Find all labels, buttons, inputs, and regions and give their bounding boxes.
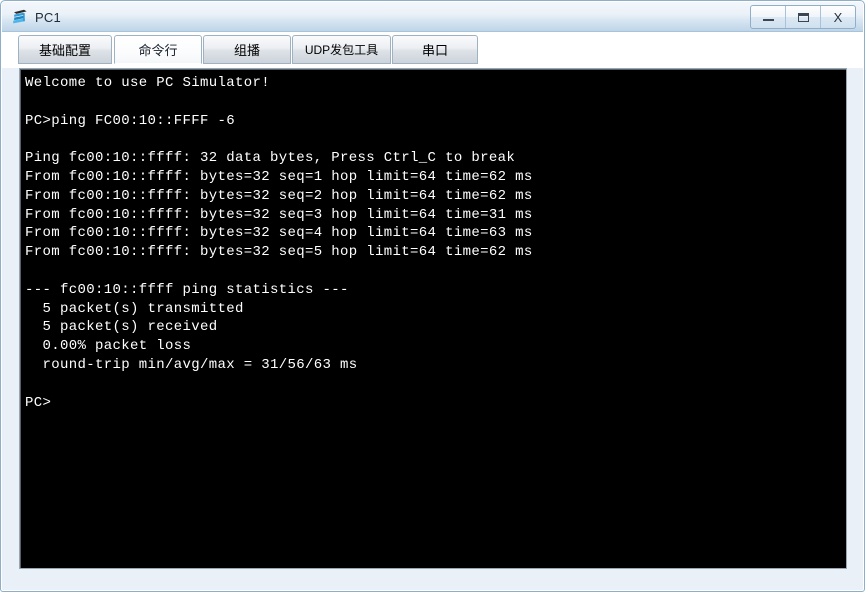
window-title-group: PC1 xyxy=(11,6,61,28)
tab-strip: 基础配置 命令行 组播 UDP发包工具 串口 xyxy=(2,32,863,68)
tab-4[interactable]: 串口 xyxy=(392,35,478,64)
minimize-icon xyxy=(762,19,774,21)
window-controls: X xyxy=(750,5,856,29)
command-line-terminal[interactable]: Welcome to use PC Simulator! PC>ping FC00… xyxy=(19,68,847,569)
window-titlebar[interactable]: PC1 X xyxy=(2,2,863,32)
terminal-line: From fc00:10::ffff: bytes=32 seq=1 hop l… xyxy=(25,168,533,185)
tab-2[interactable]: 组播 xyxy=(203,35,291,64)
terminal-line: 5 packet(s) received xyxy=(25,319,218,336)
tab-3[interactable]: UDP发包工具 xyxy=(292,35,391,64)
tab-1[interactable]: 命令行 xyxy=(114,35,202,64)
close-icon: X xyxy=(833,9,843,25)
tab-label: 基础配置 xyxy=(38,43,91,58)
terminal-line: From fc00:10::ffff: bytes=32 seq=5 hop l… xyxy=(25,244,533,261)
terminal-line: --- fc00:10::ffff ping statistics --- xyxy=(25,281,349,298)
terminal-output: Welcome to use PC Simulator! PC>ping FC00… xyxy=(25,74,844,412)
pc-device-icon xyxy=(11,8,29,26)
terminal-line: Welcome to use PC Simulator! xyxy=(25,75,271,91)
tab-label: UDP发包工具 xyxy=(304,43,379,57)
tab-0[interactable]: 基础配置 xyxy=(18,35,112,64)
maximize-button[interactable] xyxy=(786,6,821,28)
terminal-line: From fc00:10::ffff: bytes=32 seq=2 hop l… xyxy=(25,187,533,204)
pc1-window: PC1 X 基础配置 命令行 组播 UDP发包工具 串口 Welcome to use … xyxy=(0,0,865,592)
terminal-line: round-trip min/avg/max = 31/56/63 ms xyxy=(25,356,358,373)
close-button[interactable]: X xyxy=(821,6,855,28)
tab-label: 串口 xyxy=(421,43,448,58)
window-title: PC1 xyxy=(35,9,61,25)
minimize-button[interactable] xyxy=(751,6,786,28)
terminal-line: 0.00% packet loss xyxy=(25,338,192,355)
terminal-line: PC> xyxy=(25,394,52,411)
terminal-line: From fc00:10::ffff: bytes=32 seq=3 hop l… xyxy=(25,206,533,223)
tab-label: 命令行 xyxy=(138,43,178,58)
terminal-line: From fc00:10::ffff: bytes=32 seq=4 hop l… xyxy=(25,225,533,242)
terminal-line: PC>ping FC00:10::FFFF -6 xyxy=(25,112,236,129)
terminal-line: 5 packet(s) transmitted xyxy=(25,300,244,317)
tab-label: 组播 xyxy=(233,43,260,58)
maximize-icon xyxy=(797,12,809,22)
terminal-line: Ping fc00:10::ffff: 32 data bytes, Press… xyxy=(25,150,516,167)
